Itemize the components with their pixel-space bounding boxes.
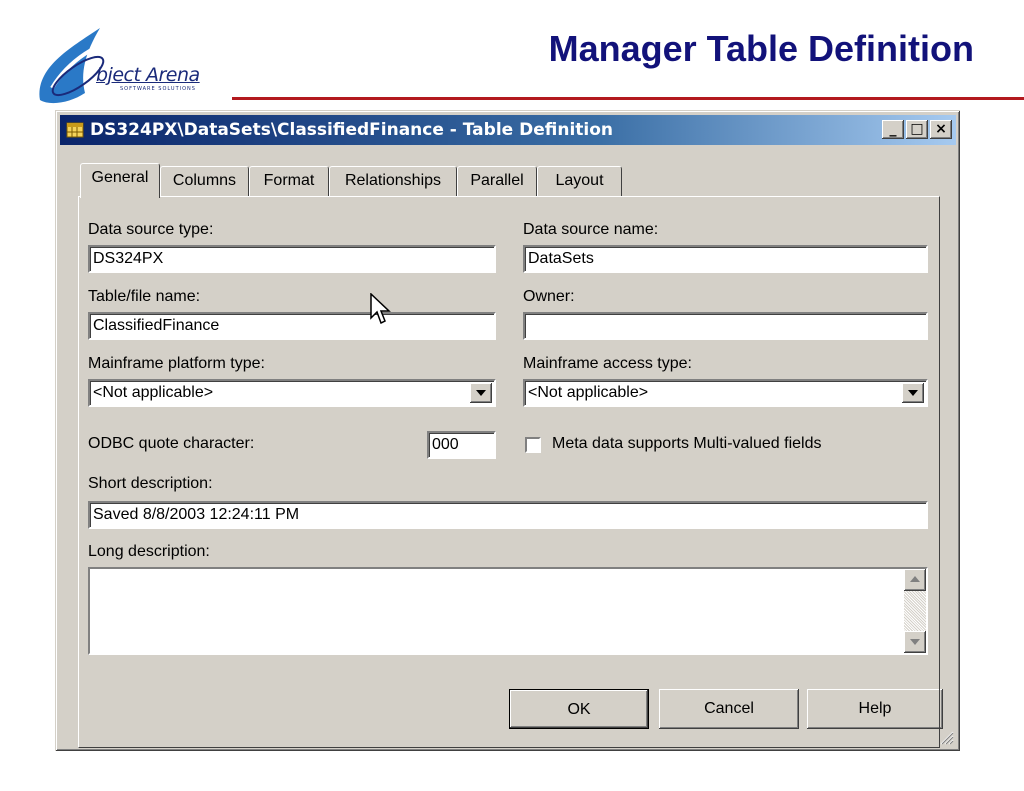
minimize-button[interactable]: _ — [882, 120, 904, 139]
tab-general[interactable]: General — [80, 163, 160, 198]
table-icon — [66, 122, 84, 138]
tab-columns[interactable]: Columns — [160, 166, 249, 196]
window-titlebar[interactable]: DS324PX\DataSets\ClassifiedFinance - Tab… — [60, 115, 956, 145]
tab-parallel[interactable]: Parallel — [457, 166, 537, 196]
logo-text: bject Arena — [96, 64, 200, 86]
slide-title: Manager Table Definition — [548, 28, 974, 69]
general-tab-panel — [78, 196, 940, 748]
title-rule — [232, 97, 1024, 100]
mouse-pointer-icon — [370, 293, 391, 325]
window-title: DS324PX\DataSets\ClassifiedFinance - Tab… — [90, 120, 614, 140]
logo-subtext: SOFTWARE SOLUTIONS — [120, 86, 196, 92]
tab-relationships[interactable]: Relationships — [329, 166, 457, 196]
close-button[interactable]: × — [930, 120, 952, 139]
resize-grip-icon[interactable] — [938, 729, 954, 745]
tab-layout[interactable]: Layout — [537, 166, 622, 196]
maximize-button[interactable]: □ — [906, 120, 928, 139]
tab-format[interactable]: Format — [249, 166, 329, 196]
table-definition-window: DS324PX\DataSets\ClassifiedFinance - Tab… — [55, 110, 960, 751]
